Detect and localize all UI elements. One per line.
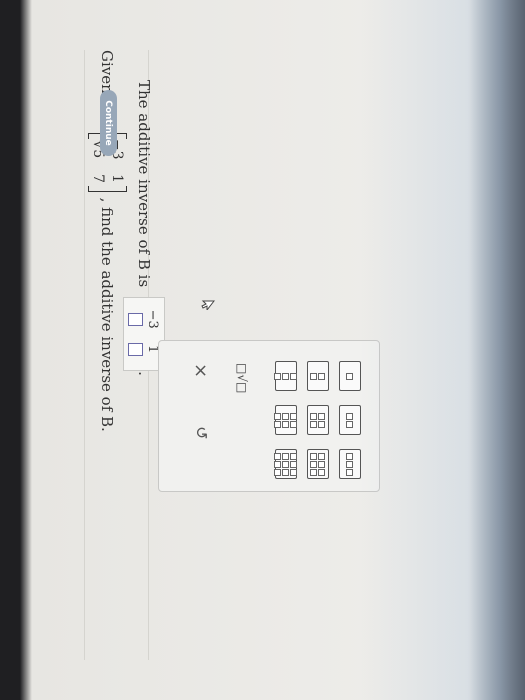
- matrix-1x3-button[interactable]: [339, 449, 361, 479]
- matrix-3x3-button[interactable]: [274, 449, 298, 479]
- undo-icon[interactable]: ↺: [192, 426, 211, 439]
- answer-input-box[interactable]: [128, 312, 143, 326]
- matrix-cell: 7: [90, 174, 106, 184]
- clear-button[interactable]: ×: [190, 363, 211, 378]
- matrix-palette: □√□ × ↺: [158, 340, 380, 492]
- matrix-2x2-button[interactable]: [307, 405, 329, 435]
- matrix-3x1-button[interactable]: [274, 361, 298, 391]
- continue-button[interactable]: Continue: [100, 90, 117, 156]
- answer-suffix: .: [135, 371, 153, 376]
- answer-cell: −3: [145, 309, 160, 329]
- matrix-3x2-button[interactable]: [274, 405, 298, 435]
- sqrt-button[interactable]: □√□: [235, 363, 249, 393]
- divider: [84, 50, 85, 660]
- matrix-2x1-button[interactable]: [307, 361, 329, 391]
- answer-row: The additive inverse of B is −3 1 .: [123, 80, 165, 376]
- matrix-1x1-button[interactable]: [339, 361, 361, 391]
- problem-suffix: , find the additive inverse of B.: [98, 197, 117, 432]
- matrix-1x2-button[interactable]: [339, 405, 361, 435]
- answer-prefix: The additive inverse of B is: [135, 80, 153, 288]
- answer-input-box[interactable]: [128, 342, 143, 356]
- content-area: Given B = −3 1 √5 7 , find the additive …: [0, 0, 525, 700]
- matrix-2x3-button[interactable]: [307, 449, 329, 479]
- pointer-cursor-icon: [201, 300, 215, 310]
